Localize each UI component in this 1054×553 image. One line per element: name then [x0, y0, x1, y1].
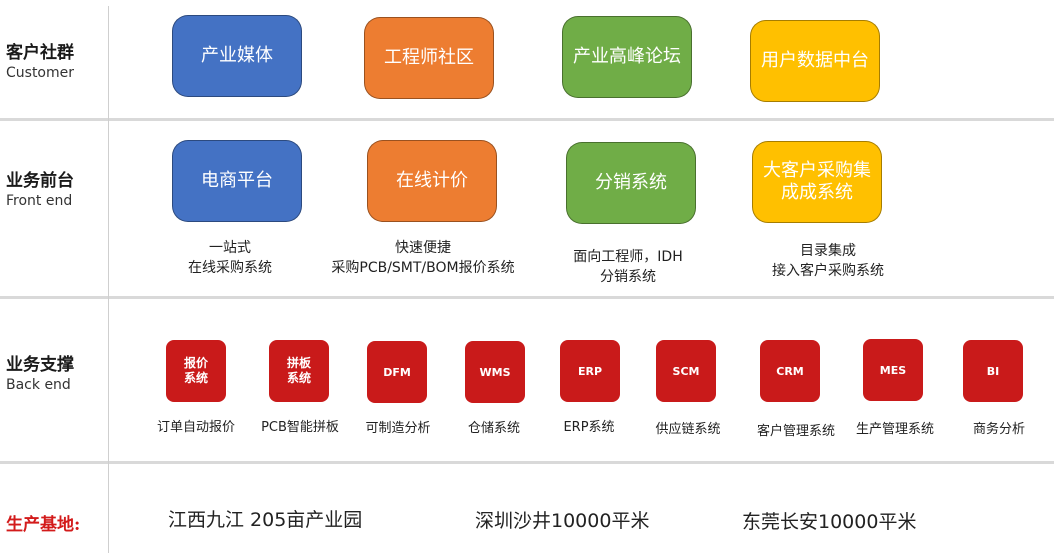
- backend-icon-mes: MES: [863, 339, 923, 401]
- row-divider-3: [0, 461, 1054, 464]
- row-label-customer: 客户社群 Customer: [6, 42, 74, 82]
- box-label: 分销系统: [595, 172, 667, 193]
- frontend-caption-ecommerce: 一站式 在线采购系统: [120, 238, 340, 278]
- row-label-en: Front end: [6, 193, 73, 209]
- caption-line: 快速便捷: [395, 240, 451, 256]
- backend-label: 仓储系统: [467, 421, 520, 436]
- backend-label: 生产管理系统: [855, 422, 934, 437]
- backend-icon-quote: 报价 系统: [166, 340, 226, 402]
- caption-line: 目录集成: [800, 243, 856, 259]
- row-label-backend: 业务支撑 Back end: [6, 354, 74, 394]
- frontend-caption-enterprise: 目录集成 接入客户采购系统: [718, 241, 938, 281]
- box-label: 用户数据中台: [761, 50, 869, 71]
- backend-label: PCB智能拼板: [261, 420, 339, 435]
- caption-line: 面向工程师，IDH: [573, 249, 683, 265]
- caption-line: 接入客户采购系统: [772, 263, 884, 279]
- frontend-caption-distribution: 面向工程师，IDH 分销系统: [518, 247, 738, 287]
- production-site-jiujiang: 江西九江 205亩产业园: [168, 509, 363, 531]
- row-divider-2: [0, 296, 1054, 299]
- backend-icon-panel: 拼板 系统: [269, 340, 329, 402]
- row-label-en: Customer: [6, 65, 75, 81]
- frontend-box-quote: 在线计价: [367, 140, 497, 222]
- backend-icon-erp: ERP: [560, 340, 620, 402]
- frontend-box-distribution: 分销系统: [566, 142, 696, 224]
- production-site-shajing: 深圳沙井10000平米: [475, 510, 650, 532]
- row-divider-1: [0, 118, 1054, 121]
- customer-box-community: 工程师社区: [364, 17, 494, 99]
- backend-icon-crm: CRM: [760, 340, 820, 402]
- backend-label: 供应链系统: [655, 422, 721, 437]
- production-title: 生产基地:: [6, 515, 81, 535]
- caption-line: 采购PCB/SMT/BOM报价系统: [331, 260, 515, 276]
- caption-line: 分销系统: [600, 269, 656, 285]
- row-label-frontend: 业务前台 Front end: [6, 170, 74, 210]
- backend-label: 可制造分析: [365, 421, 431, 436]
- frontend-box-enterprise: 大客户采购集成成系统: [752, 141, 882, 223]
- backend-icon-scm: SCM: [656, 340, 716, 402]
- frontend-box-ecommerce: 电商平台: [172, 140, 302, 222]
- backend-icon-bi: BI: [963, 340, 1023, 402]
- caption-line: 一站式: [209, 240, 251, 256]
- row-label-cn: 客户社群: [6, 43, 74, 63]
- box-label: 工程师社区: [384, 47, 474, 68]
- backend-label: 客户管理系统: [756, 424, 835, 439]
- label-column-divider: [108, 6, 109, 553]
- box-label: 产业高峰论坛: [573, 46, 681, 67]
- caption-line: 在线采购系统: [188, 260, 272, 276]
- backend-icon-dfm: DFM: [367, 341, 427, 403]
- backend-icon-wms: WMS: [465, 341, 525, 403]
- row-label-cn: 业务前台: [6, 171, 74, 191]
- box-label: 大客户采购集成成系统: [763, 160, 871, 203]
- box-label: 产业媒体: [201, 45, 273, 66]
- box-label: 在线计价: [396, 170, 468, 191]
- row-label-cn: 业务支撑: [6, 355, 74, 375]
- backend-label: 商务分析: [972, 422, 1025, 437]
- customer-box-forum: 产业高峰论坛: [562, 16, 692, 98]
- row-label-en: Back end: [6, 377, 71, 393]
- frontend-caption-quote: 快速便捷 采购PCB/SMT/BOM报价系统: [313, 238, 533, 278]
- backend-label: 订单自动报价: [156, 420, 235, 435]
- box-label: 电商平台: [201, 170, 273, 191]
- customer-box-data-hub: 用户数据中台: [750, 20, 880, 102]
- backend-label: ERP系统: [563, 420, 615, 435]
- customer-box-media: 产业媒体: [172, 15, 302, 97]
- production-site-changan: 东莞长安10000平米: [742, 511, 917, 533]
